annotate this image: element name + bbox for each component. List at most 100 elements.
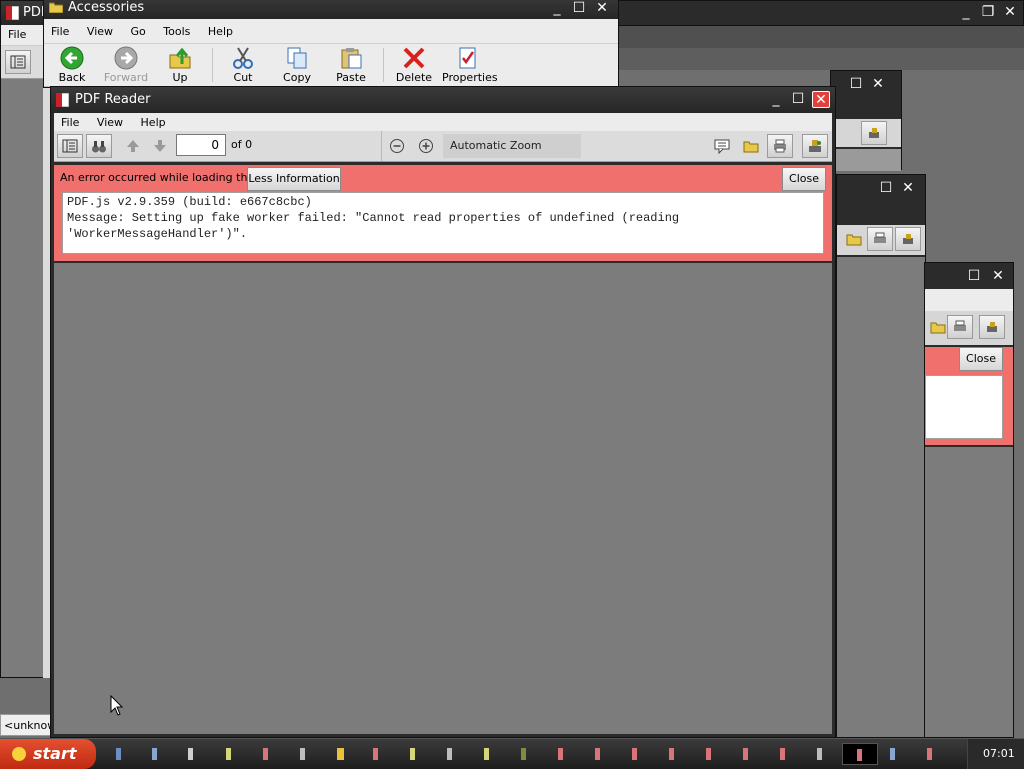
- maximize-button[interactable]: ☐: [965, 268, 983, 285]
- toolbar-strip: [831, 149, 901, 171]
- next-page-button[interactable]: [147, 134, 173, 158]
- error-details: [925, 375, 1003, 439]
- menu-tools[interactable]: Tools: [156, 19, 197, 38]
- close-button[interactable]: ✕: [899, 180, 917, 197]
- maximize-button[interactable]: ☐: [877, 180, 895, 197]
- titlebar: Accessories _ ☐ ✕: [44, 0, 618, 19]
- bookmark-icon[interactable]: [895, 227, 921, 251]
- close-button[interactable]: ✕: [1001, 4, 1019, 21]
- close-button[interactable]: ✕: [593, 0, 611, 17]
- menu-file[interactable]: File: [44, 19, 76, 38]
- page-number-input[interactable]: 0: [176, 134, 226, 156]
- restore-button[interactable]: ❐: [979, 4, 997, 21]
- menubar: File: [1, 25, 49, 46]
- zoom-in-button[interactable]: [413, 134, 439, 158]
- up-button[interactable]: Up: [154, 44, 206, 86]
- zoom-out-button[interactable]: [384, 134, 410, 158]
- background-window-top-right: _ ❐ ✕: [618, 0, 1024, 26]
- back-button[interactable]: Back: [46, 44, 98, 86]
- taskbar-item[interactable]: [257, 743, 275, 765]
- open-file-button[interactable]: [738, 134, 764, 158]
- menu-go[interactable]: Go: [124, 19, 153, 38]
- previous-page-button[interactable]: [120, 134, 146, 158]
- taskbar-item[interactable]: [441, 743, 459, 765]
- menu-view[interactable]: View: [80, 19, 120, 38]
- bookmark-icon[interactable]: [861, 121, 887, 145]
- stacked-window-2: ☐ ✕: [836, 174, 926, 738]
- properties-button[interactable]: Properties: [442, 44, 498, 86]
- paste-button[interactable]: Paste: [325, 44, 377, 86]
- taskbar-item[interactable]: [367, 743, 385, 765]
- taskbar-item[interactable]: [146, 743, 164, 765]
- start-button[interactable]: start: [0, 739, 96, 769]
- toolbar-separator: [381, 131, 382, 161]
- forward-button[interactable]: Forward: [100, 44, 152, 86]
- menu-file[interactable]: File: [54, 113, 86, 129]
- taskbar-item[interactable]: [589, 743, 607, 765]
- bookmark-icon: [809, 140, 821, 152]
- close-button[interactable]: ✕: [869, 76, 887, 93]
- system-tray: 07:01: [967, 739, 1024, 769]
- cut-button[interactable]: Cut: [217, 44, 269, 86]
- maximize-button[interactable]: ☐: [847, 76, 865, 93]
- menu-file[interactable]: File: [1, 25, 33, 41]
- download-button[interactable]: [802, 134, 828, 158]
- bookmark-icon[interactable]: [979, 315, 1005, 339]
- menubar: File View Go Tools Help: [44, 19, 618, 44]
- sidebar-toggle-icon[interactable]: [5, 50, 31, 74]
- close-error-button[interactable]: Close: [959, 347, 1003, 371]
- taskbar-item[interactable]: [811, 743, 829, 765]
- taskbar-item[interactable]: [182, 743, 200, 765]
- taskbar-item[interactable]: [626, 743, 644, 765]
- zoom-in-icon: [419, 139, 433, 153]
- maximize-button[interactable]: ☐: [570, 0, 588, 17]
- folder-icon[interactable]: [841, 227, 867, 251]
- menu-help[interactable]: Help: [201, 19, 240, 38]
- minimize-button[interactable]: _: [767, 91, 785, 108]
- taskbar-item[interactable]: [884, 743, 902, 765]
- taskbar-item[interactable]: [552, 743, 570, 765]
- copy-button[interactable]: Copy: [271, 44, 323, 86]
- error-details-text[interactable]: PDF.js v2.9.359 (build: e667c8cbc) Messa…: [62, 192, 824, 254]
- print-icon[interactable]: [947, 315, 973, 339]
- arrow-up-icon: [127, 140, 139, 152]
- taskbar-item[interactable]: [663, 743, 681, 765]
- zoom-select[interactable]: Automatic Zoom: [443, 134, 581, 158]
- close-button[interactable]: ✕: [989, 268, 1007, 285]
- toolbar-separator: [212, 48, 213, 82]
- close-error-button[interactable]: Close: [782, 167, 826, 191]
- menu-view[interactable]: View: [90, 113, 130, 129]
- folder-up-icon: [168, 46, 192, 70]
- taskbar-item[interactable]: [478, 743, 496, 765]
- taskbar-item[interactable]: [774, 743, 792, 765]
- delete-button[interactable]: Delete: [388, 44, 440, 86]
- copy-icon: [285, 46, 309, 70]
- print-icon[interactable]: [867, 227, 893, 251]
- taskbar-item[interactable]: [110, 743, 128, 765]
- taskbar-item[interactable]: [921, 743, 939, 765]
- taskbar-item[interactable]: [294, 743, 312, 765]
- sidebar-toggle-icon: [62, 139, 78, 153]
- minimize-button[interactable]: _: [957, 4, 975, 21]
- minimize-button[interactable]: _: [548, 0, 566, 17]
- taskbar-item-active[interactable]: [842, 743, 878, 765]
- document-viewer-area[interactable]: [54, 263, 832, 734]
- sidebar-toggle-button[interactable]: [57, 134, 83, 158]
- print-button[interactable]: [767, 134, 793, 158]
- less-information-button[interactable]: Less Information: [247, 167, 341, 191]
- maximize-button[interactable]: ☐: [789, 91, 807, 108]
- taskbar-item[interactable]: [515, 743, 533, 765]
- menu-help[interactable]: Help: [134, 113, 173, 129]
- find-button[interactable]: [86, 134, 112, 158]
- close-button[interactable]: ✕: [812, 91, 830, 108]
- smiley-icon: [12, 747, 26, 761]
- taskbar-item[interactable]: [404, 743, 422, 765]
- taskbar-item[interactable]: [331, 743, 349, 765]
- presentation-mode-button[interactable]: [709, 134, 735, 158]
- binoculars-icon: [92, 141, 106, 153]
- toolbar-separator: [383, 48, 384, 82]
- pdf-reader-window: PDF Reader _ ☐ ✕ File View Help 0 of 0 A…: [50, 86, 836, 738]
- taskbar-item[interactable]: [700, 743, 718, 765]
- taskbar-item[interactable]: [220, 743, 238, 765]
- taskbar-item[interactable]: [737, 743, 755, 765]
